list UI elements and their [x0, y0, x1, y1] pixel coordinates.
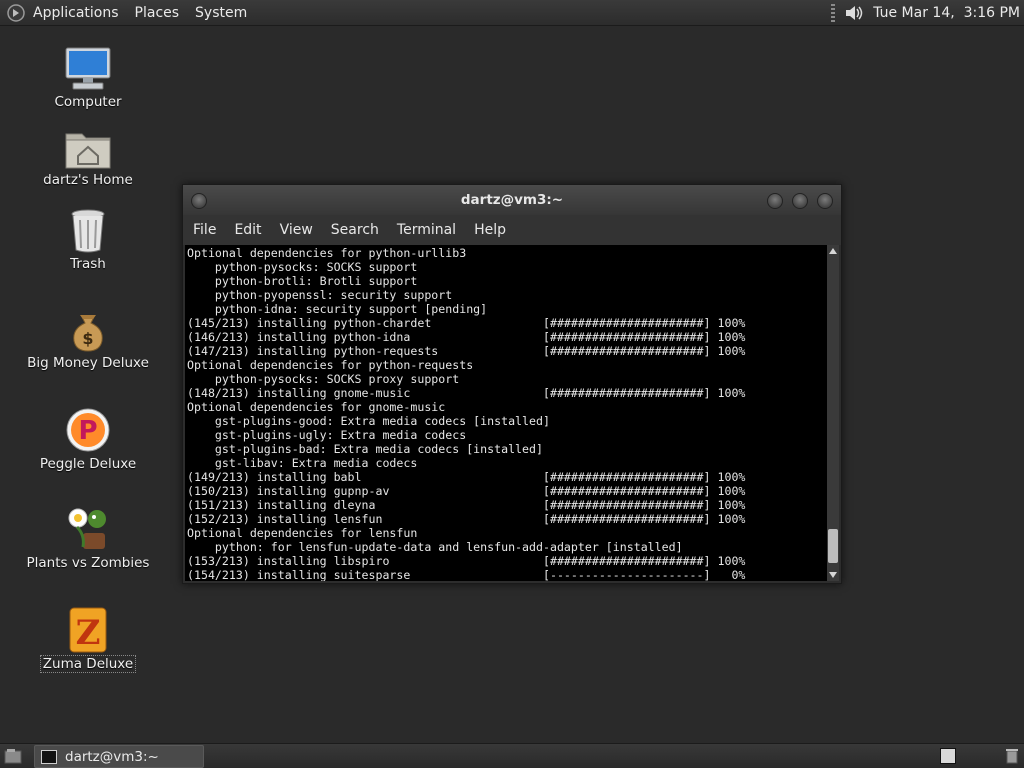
- menu-terminal[interactable]: Terminal: [397, 222, 456, 238]
- money-bag-icon: $: [73, 315, 103, 352]
- desktop-icon-label: Big Money Deluxe: [27, 355, 149, 371]
- trash-applet-icon[interactable]: [1006, 748, 1018, 764]
- top-panel: Applications Places System Tue Mar 14, 3…: [0, 0, 1024, 26]
- close-icon[interactable]: [817, 193, 833, 209]
- clock[interactable]: Tue Mar 14, 3:16 PM: [873, 5, 1020, 21]
- taskbar-item-label: dartz@vm3:~: [65, 748, 159, 765]
- taskbar-item-terminal[interactable]: dartz@vm3:~: [34, 745, 204, 768]
- volume-icon[interactable]: [843, 3, 865, 23]
- panel-handle[interactable]: [831, 3, 836, 22]
- scroll-up-icon[interactable]: [829, 248, 837, 254]
- desktop-icon-home[interactable]: dartz's Home: [20, 128, 156, 188]
- desktop-icon-label: Zuma Deluxe: [39, 655, 137, 673]
- zuma-icon: Z: [69, 607, 107, 653]
- terminal-window[interactable]: dartz@vm3:~ File Edit View Search Termin…: [182, 184, 842, 584]
- menu-search[interactable]: Search: [331, 222, 379, 238]
- svg-text:Z: Z: [76, 613, 101, 653]
- menu-file[interactable]: File: [193, 222, 216, 238]
- terminal-scrollbar[interactable]: [827, 245, 839, 581]
- trash-icon: [71, 209, 105, 253]
- workspace-switcher[interactable]: [940, 748, 956, 764]
- terminal-titlebar[interactable]: dartz@vm3:~: [183, 185, 841, 215]
- desktop-icon-peggle[interactable]: P Peggle Deluxe: [20, 406, 156, 472]
- desktop-icon-label: Computer: [54, 94, 122, 110]
- scroll-down-icon[interactable]: [829, 572, 837, 578]
- terminal-output[interactable]: Optional dependencies for python-urllib3…: [185, 245, 827, 581]
- places-menu[interactable]: Places: [135, 5, 180, 21]
- menu-help[interactable]: Help: [474, 222, 506, 238]
- desktop-icon-label: dartz's Home: [43, 172, 133, 188]
- distro-logo-icon[interactable]: [7, 3, 25, 22]
- plants-vs-zombies-icon: [68, 508, 106, 549]
- desktop-icon-zuma[interactable]: Z Zuma Deluxe: [20, 606, 156, 673]
- desktop-icon-label: Peggle Deluxe: [39, 456, 137, 472]
- minimize-icon[interactable]: [767, 193, 783, 209]
- show-desktop-icon[interactable]: [4, 748, 22, 764]
- terminal-output-area[interactable]: Optional dependencies for python-urllib3…: [185, 245, 827, 581]
- maximize-icon[interactable]: [792, 193, 808, 209]
- menu-edit[interactable]: Edit: [234, 222, 261, 238]
- panel-right-area: Tue Mar 14, 3:16 PM: [831, 0, 1024, 25]
- bottom-panel: dartz@vm3:~: [0, 743, 1024, 768]
- window-title: dartz@vm3:~: [460, 192, 564, 208]
- terminal-icon: [41, 749, 57, 764]
- svg-text:P: P: [78, 416, 97, 446]
- home-folder-icon: [65, 133, 111, 169]
- desktop-icon-big-money[interactable]: $ Big Money Deluxe: [20, 309, 156, 371]
- computer-icon: [65, 47, 111, 90]
- terminal-menubar: File Edit View Search Terminal Help: [183, 215, 841, 245]
- desktop-icon-label: Trash: [70, 256, 106, 272]
- desktop-icon-label: Plants vs Zombies: [26, 555, 150, 571]
- menu-view[interactable]: View: [280, 222, 313, 238]
- desktop-icon-computer[interactable]: Computer: [20, 46, 156, 110]
- desktop-icon-trash[interactable]: Trash: [20, 208, 156, 272]
- peggle-icon: P: [66, 408, 110, 452]
- scrollbar-thumb[interactable]: [828, 529, 838, 563]
- svg-text:$: $: [82, 329, 93, 348]
- desktop-icon-plants-vs-zombies[interactable]: Plants vs Zombies: [20, 505, 156, 571]
- system-menu[interactable]: System: [195, 5, 247, 21]
- applications-menu[interactable]: Applications: [33, 5, 119, 21]
